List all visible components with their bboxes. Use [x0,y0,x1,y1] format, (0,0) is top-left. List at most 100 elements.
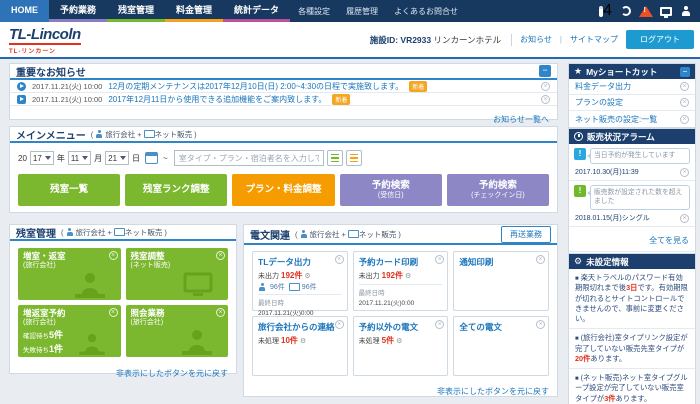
hide-card-icon[interactable]: × [335,255,344,264]
reservation-search-received-button[interactable]: 予約検索(受信日) [340,174,442,206]
tl-data-output-card: TLデータ出力 未出力192件⚙ 96件96件 最終日時 2017.11.21(… [252,251,348,311]
notice-link[interactable]: お知らせ [520,34,552,45]
unset-info-item[interactable]: (旅行会社)室タイプリンク設定が完了していない販売先室タイプが20件あります。 [569,329,695,369]
gear-icon[interactable]: ⚙ [304,272,310,280]
card-title-link[interactable]: TLデータ出力 [258,256,342,268]
scope-label: (旅行会社+ネット販売) [91,129,197,140]
notice-link-text[interactable]: 12月の定期メンテナンスは2017年12月10日(日) 2:00~4:30の日程… [108,81,403,92]
hide-card-icon[interactable]: × [435,255,444,264]
logout-button[interactable]: ログアウト [626,30,694,49]
date-range-tilde: ~ [163,154,168,163]
monitor-icon[interactable] [659,5,672,18]
calendar-badge: 4 [603,2,612,20]
new-badge: 新着 [409,81,427,92]
dismiss-alarm-icon[interactable]: × [680,214,689,223]
nav-tab-settings[interactable]: 各種設定 [290,0,338,22]
tl-lincoln-logo[interactable]: TL-Lincoln TL-リンカーン [9,26,81,55]
room-rank-adjust-button[interactable]: 残室ランク調整 [125,174,227,206]
day-select[interactable]: 21 [105,151,129,165]
resend-work-button[interactable]: 再送業務 [501,226,551,243]
room-list-button[interactable]: 残室一覧 [18,174,120,206]
hide-card-icon[interactable]: × [536,320,545,329]
hide-card-icon[interactable]: × [335,320,344,329]
telegram-cards: TLデータ出力 未出力192件⚙ 96件96件 最終日時 2017.11.21(… [244,245,557,376]
calendar-icon[interactable]: 4 [599,5,612,18]
nav-tab-reservation[interactable]: 予約業務 [49,0,107,22]
all-notices-link[interactable]: お知らせ一覧へ [493,115,549,124]
scope-label: (旅行会社+ネット販売) [61,227,167,238]
alarm-bubble: 当日予約が発生しています [590,148,690,164]
datepicker-icon[interactable] [145,152,158,164]
hide-tile-icon[interactable]: × [109,308,118,317]
nav-tab-room-inventory[interactable]: 残室管理 [107,0,165,22]
remove-shortcut-icon[interactable]: × [680,98,689,107]
add-return-room-tile[interactable]: 増室・返室 (旅行会社) × [18,248,121,300]
list-view-green-icon[interactable] [327,150,343,166]
list-view-orange-icon[interactable] [346,150,362,166]
agent-contact-card: 旅行会社からの連絡 未処理10件⚙ × [252,316,348,376]
add-return-reservation-tile[interactable]: 増返室予約 (旅行会社) 確認待ち5件 失敗待ち1件 × [18,305,121,357]
gear-icon[interactable]: ⚙ [300,337,306,345]
collapse-shortcuts-button[interactable]: − [680,67,690,77]
card-title-link[interactable]: 予約以外の電文 [359,321,443,333]
telegram-title: 電文関連 [250,227,290,242]
tl-lincoln-dashboard: HOME 予約業務 残室管理 料金管理 統計データ 各種設定 履歴管理 よくある… [0,0,700,404]
same-day-alarm-icon: ! [574,148,586,160]
collapse-notices-button[interactable]: − [539,65,551,77]
hide-card-icon[interactable]: × [435,320,444,329]
dismiss-notice-icon[interactable]: × [541,82,550,91]
hide-tile-icon[interactable]: × [216,308,225,317]
gear-icon: ⚙ [574,256,582,267]
hide-card-icon[interactable]: × [536,255,545,264]
alarm-bubble: 販売数が設定された数を超えました [590,185,690,210]
nav-tab-faq[interactable]: よくあるお問合せ [386,0,466,22]
remove-shortcut-icon[interactable]: × [680,82,689,91]
month-select[interactable]: 11 [68,151,91,165]
card-title-link[interactable]: 予約カード印刷 [359,256,443,268]
sitemap-link[interactable]: サイトマップ [570,34,618,45]
alert-icon[interactable] [639,5,652,18]
reservation-search-checkin-button[interactable]: 予約検索(チェックイン日) [447,174,549,206]
refresh-icon[interactable] [619,5,632,18]
nav-tab-history[interactable]: 履歴管理 [338,0,386,22]
nav-tab-statistics[interactable]: 統計データ [223,0,290,22]
card-title-link[interactable]: 全ての電文 [459,321,543,333]
shortcut-link[interactable]: プランの設定 [575,97,623,108]
alarm-date[interactable]: 2017.10.30(月)11:39 [575,167,639,177]
notice-link-text[interactable]: 2017年12月11日から使用できる追加機能をご案内致します。 [108,94,326,105]
restore-hidden-buttons-link[interactable]: 非表示にしたボタンを元に戻す [116,369,228,378]
dismiss-notice-icon[interactable]: × [541,95,550,104]
nav-tab-home[interactable]: HOME [0,0,49,22]
facility-name: リンカーンホテル [434,35,502,45]
keyword-search-input[interactable] [174,150,324,166]
notice-date: 2017.11.21(火) 10:00 [32,94,102,105]
main-menu-title: メインメニュー [16,127,86,142]
dismiss-alarm-icon[interactable]: × [680,168,689,177]
day-unit: 日 [132,153,140,164]
card-title-link[interactable]: 通知印刷 [459,256,543,268]
remove-shortcut-icon[interactable]: × [680,115,689,124]
nav-tab-rate[interactable]: 料金管理 [165,0,223,22]
unset-info-item[interactable]: 楽天トラベルのパスワード有効期限切れまで後3日です。有効期限が切れるとサイトコン… [569,269,695,329]
card-title-link[interactable]: 旅行会社からの連絡 [258,321,342,333]
unset-info-item[interactable]: (ネット販売)ネット室タイプグループ設定が完了していない販売室タイプが3件ありま… [569,369,695,404]
plan-rate-adjust-button[interactable]: プラン・料金調整 [232,174,334,206]
shortcut-link[interactable]: 料金データ出力 [575,81,631,92]
restore-hidden-buttons-link[interactable]: 非表示にしたボタンを元に戻す [437,387,549,396]
nav-icon-group: 4 [599,0,700,22]
hide-tile-icon[interactable]: × [216,251,225,260]
main-menu-buttons: 残室一覧 残室ランク調整 プラン・料金調整 予約検索(受信日) 予約検索(チェッ… [10,166,557,206]
scope-label: (旅行会社+ネット販売) [295,229,401,240]
shortcut-link[interactable]: ネット販売の設定:一覧 [575,114,657,125]
year-select[interactable]: 17 [30,151,54,165]
top-navigation: HOME 予約業務 残室管理 料金管理 統計データ 各種設定 履歴管理 よくある… [0,0,700,22]
gear-icon[interactable]: ⚙ [405,272,411,280]
hide-tile-icon[interactable]: × [109,251,118,260]
gear-icon[interactable]: ⚙ [396,337,402,345]
room-adjust-net-tile[interactable]: 残室調整 (ネット販売) × [126,248,229,300]
alarm-date[interactable]: 2018.01.15(月)シングル [575,213,650,223]
room-management-title: 残室管理 [16,225,56,240]
view-all-alarms-link[interactable]: 全てを見る [649,236,689,245]
inquiry-work-tile[interactable]: 照会業務 (旅行会社) × [126,305,229,357]
user-icon[interactable] [679,5,692,18]
